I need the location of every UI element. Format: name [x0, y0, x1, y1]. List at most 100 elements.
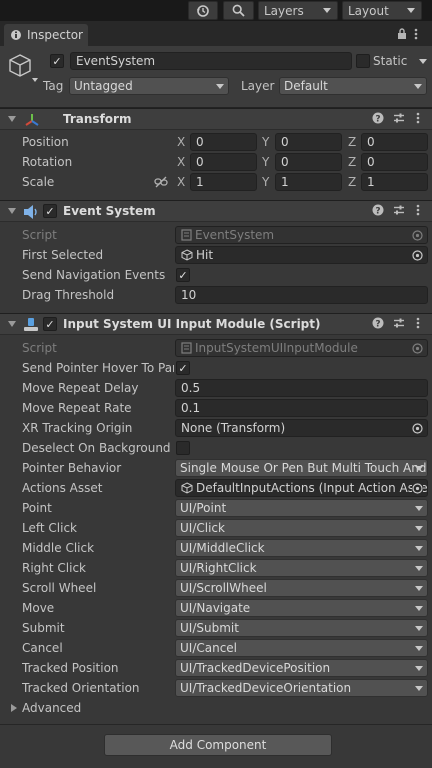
object-picker-icon[interactable] [412, 423, 423, 436]
action-label-tracked-position: Tracked Position [22, 661, 119, 675]
presets-icon[interactable] [393, 112, 405, 127]
xr-tracking-origin-field[interactable]: None (Transform) [175, 419, 428, 437]
action-value: UI/TrackedDeviceOrientation [180, 681, 352, 695]
action-dropdown-scroll-wheel[interactable]: UI/ScrollWheel [175, 579, 428, 597]
chevron-down-icon [415, 666, 423, 671]
history-button[interactable] [188, 1, 218, 20]
action-dropdown-middle-click[interactable]: UI/MiddleClick [175, 539, 428, 557]
tab-inspector[interactable]: Inspector [4, 24, 88, 46]
first-selected-field[interactable]: Hit [175, 246, 428, 264]
chevron-right-icon [11, 704, 17, 712]
event-system-header[interactable]: ✓ Event System ? [0, 200, 432, 222]
position-x-value: 0 [196, 135, 204, 149]
presets-icon[interactable] [393, 317, 405, 332]
foldout-icon[interactable] [8, 116, 16, 122]
foldout-icon[interactable] [8, 208, 16, 214]
scale-y-input[interactable]: 1 [275, 173, 342, 191]
chevron-down-icon [415, 646, 423, 651]
action-dropdown-cancel[interactable]: UI/Cancel [175, 639, 428, 657]
input-module-header[interactable]: ✓ Input System UI Input Module (Script) … [0, 313, 432, 335]
object-picker-icon[interactable] [412, 250, 423, 263]
action-dropdown-right-click[interactable]: UI/RightClick [175, 559, 428, 577]
help-icon[interactable]: ? [372, 112, 384, 127]
rotation-y-value: 0 [281, 155, 289, 169]
script-icon [181, 342, 192, 354]
gameobject-name-input[interactable]: EventSystem [70, 52, 352, 70]
static-chevron-icon[interactable] [419, 59, 427, 64]
action-label-submit: Submit [22, 621, 65, 635]
gameobject-name: EventSystem [76, 54, 156, 68]
chevron-down-icon [415, 506, 423, 511]
component-title: Transform [63, 112, 132, 126]
more-options-icon[interactable] [416, 112, 420, 127]
move-repeat-delay-input[interactable]: 0.5 [175, 379, 428, 397]
layers-dropdown[interactable]: Layers [258, 1, 338, 20]
action-value: UI/RightClick [180, 561, 257, 575]
layers-label: Layers [264, 3, 304, 18]
position-y-input[interactable]: 0 [275, 133, 342, 151]
tag-dropdown[interactable]: Untagged [69, 77, 229, 95]
help-icon[interactable]: ? [372, 317, 384, 332]
actions-asset-value: DefaultInputActions (Input Action Asset) [196, 481, 428, 495]
action-value: UI/TrackedDevicePosition [180, 661, 331, 675]
send-pointer-hover-checkbox[interactable]: ✓ [176, 361, 190, 375]
send-navigation-checkbox[interactable]: ✓ [176, 268, 190, 282]
more-options-icon[interactable] [416, 204, 420, 219]
first-selected-value: Hit [196, 248, 214, 262]
move-repeat-rate-label: Move Repeat Rate [22, 401, 132, 415]
layout-dropdown[interactable]: Layout [342, 1, 422, 20]
advanced-foldout[interactable]: Advanced [0, 699, 432, 719]
rotation-y-input[interactable]: 0 [275, 153, 342, 171]
link-icon[interactable] [154, 176, 168, 191]
more-options-icon[interactable] [416, 317, 420, 332]
first-selected-label: First Selected [22, 248, 104, 262]
gameobject-small-icon [181, 249, 193, 261]
rotation-x-input[interactable]: 0 [190, 153, 257, 171]
more-options-icon[interactable] [414, 28, 418, 43]
pointer-behavior-label: Pointer Behavior [22, 461, 122, 475]
foldout-icon[interactable] [8, 321, 16, 327]
transform-header[interactable]: Transform ? [0, 108, 432, 130]
move-repeat-rate-input[interactable]: 0.1 [175, 399, 428, 417]
rotation-z-input[interactable]: 0 [361, 153, 428, 171]
script-value: EventSystem [195, 228, 275, 242]
event-system-enabled-checkbox[interactable]: ✓ [43, 204, 57, 218]
action-label-cancel: Cancel [22, 641, 63, 655]
action-dropdown-submit[interactable]: UI/Submit [175, 619, 428, 637]
chevron-down-icon [415, 686, 423, 691]
search-button[interactable] [223, 1, 254, 20]
action-dropdown-point[interactable]: UI/Point [175, 499, 428, 517]
presets-icon[interactable] [393, 204, 405, 219]
action-label-left-click: Left Click [22, 521, 77, 535]
pointer-behavior-dropdown[interactable]: Single Mouse Or Pen But Multi Touch And … [175, 459, 428, 477]
position-z-input[interactable]: 0 [361, 133, 428, 151]
deselect-on-background-checkbox[interactable] [176, 441, 190, 455]
object-picker-icon[interactable] [412, 483, 423, 496]
chevron-down-icon [414, 84, 422, 89]
action-value: UI/MiddleClick [180, 541, 265, 555]
action-value: UI/ScrollWheel [180, 581, 267, 595]
action-value: UI/Point [180, 501, 227, 515]
gameobject-active-checkbox[interactable]: ✓ [50, 54, 64, 68]
help-icon[interactable]: ? [372, 204, 384, 219]
transform-icon [24, 112, 40, 131]
drag-threshold-input[interactable]: 10 [175, 286, 428, 304]
action-dropdown-left-click[interactable]: UI/Click [175, 519, 428, 537]
action-dropdown-tracked-orientation[interactable]: UI/TrackedDeviceOrientation [175, 679, 428, 697]
scale-z-input[interactable]: 1 [361, 173, 428, 191]
svg-text:?: ? [375, 206, 380, 216]
layer-dropdown[interactable]: Default [279, 77, 427, 95]
position-y-value: 0 [281, 135, 289, 149]
action-dropdown-tracked-position[interactable]: UI/TrackedDevicePosition [175, 659, 428, 677]
gameobject-icon[interactable] [8, 52, 38, 85]
add-component-button[interactable]: Add Component [104, 734, 332, 756]
input-module-enabled-checkbox[interactable]: ✓ [43, 317, 57, 331]
static-checkbox[interactable] [356, 54, 370, 68]
action-dropdown-move[interactable]: UI/Navigate [175, 599, 428, 617]
script-field: EventSystem [175, 226, 428, 244]
position-x-input[interactable]: 0 [190, 133, 257, 151]
actions-asset-field[interactable]: DefaultInputActions (Input Action Asset) [175, 479, 428, 497]
lock-icon[interactable] [397, 28, 407, 42]
scale-x-input[interactable]: 1 [190, 173, 257, 191]
pointer-behavior-value: Single Mouse Or Pen But Multi Touch And … [180, 461, 427, 475]
